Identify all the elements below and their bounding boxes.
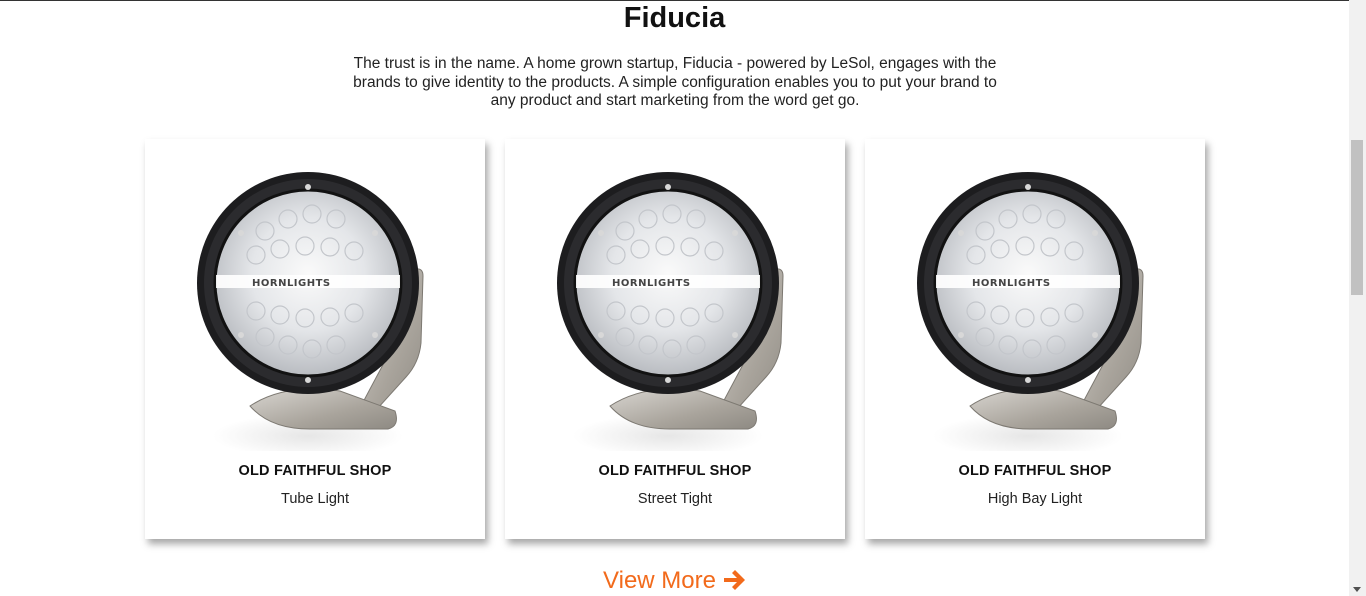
round-led-light-image (915, 170, 1145, 451)
round-led-light-image (195, 170, 425, 451)
product-shop-name: OLD FAITHFUL SHOP (598, 463, 752, 479)
view-more-link[interactable]: View More (0, 566, 1349, 596)
product-card-3[interactable]: OLD FAITHFUL SHOP High Bay Light (865, 139, 1205, 539)
fiducia-section: Fiducia The trust is in the name. A home… (0, 0, 1349, 596)
scroll-down-arrow-icon[interactable] (1353, 587, 1361, 592)
scrollbar-thumb[interactable] (1351, 140, 1363, 295)
round-led-light-image (555, 170, 785, 451)
product-shop-name: OLD FAITHFUL SHOP (958, 463, 1112, 479)
page: Fiducia The trust is in the name. A home… (0, 0, 1366, 596)
arrow-right-icon (722, 569, 746, 596)
view-more-label: View More (603, 567, 716, 594)
product-card-2[interactable]: OLD FAITHFUL SHOP Street Tight (505, 139, 845, 539)
product-shop-name: OLD FAITHFUL SHOP (238, 463, 392, 479)
product-name: Street Tight (637, 491, 713, 507)
vertical-scrollbar[interactable] (1349, 0, 1366, 596)
product-card-1[interactable]: OLD FAITHFUL SHOP Tube Light (145, 139, 485, 539)
product-name: Tube Light (281, 491, 349, 507)
section-intro: The trust is in the name. A home grown s… (353, 55, 997, 109)
section-title: Fiducia (623, 2, 726, 34)
product-name: High Bay Light (987, 491, 1083, 507)
